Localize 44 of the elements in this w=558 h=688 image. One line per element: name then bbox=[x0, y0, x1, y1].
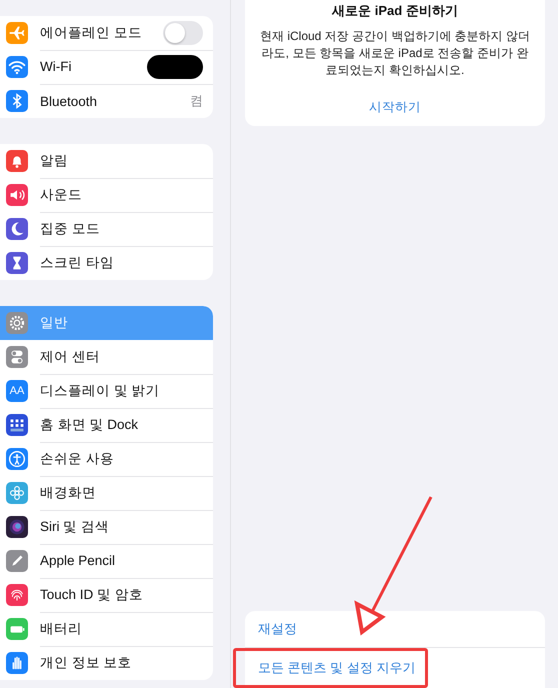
setting-label: 배터리 bbox=[40, 620, 82, 638]
setting-label: 에어플레인 모드 bbox=[40, 24, 142, 42]
setting-label: Touch ID 및 암호 bbox=[40, 586, 143, 604]
start-button[interactable]: 시작하기 bbox=[363, 97, 427, 118]
setting-label: Apple Pencil bbox=[40, 553, 116, 568]
settings-item[interactable]: 배경화면 bbox=[0, 476, 213, 510]
card-description: 현재 iCloud 저장 공간이 백업하기에 충분하지 않더라도, 모든 항목을 새로운 iPad로 전송할 준비가 완료되었는지 확인하십시오. bbox=[258, 28, 532, 79]
settings-item[interactable]: 홈 화면 및 Dock bbox=[0, 408, 213, 442]
setting-label: 개인 정보 보호 bbox=[40, 654, 132, 672]
settings-item[interactable]: Bluetooth 켬 bbox=[0, 84, 213, 118]
toggle-switch[interactable] bbox=[163, 20, 203, 44]
settings-item[interactable]: Wi-Fi bbox=[0, 50, 213, 84]
setting-label: 홈 화면 및 Dock bbox=[40, 416, 138, 434]
card-title: 새로운 iPad 준비하기 bbox=[330, 2, 459, 20]
setting-label: 배경화면 bbox=[40, 484, 96, 502]
settings-item[interactable]: Apple Pencil bbox=[0, 544, 213, 578]
setting-label: 디스플레이 및 밝기 bbox=[40, 382, 160, 400]
reset-option[interactable]: 모든 콘텐츠 및 설정 지우기 bbox=[233, 648, 428, 688]
setting-label: Bluetooth bbox=[40, 94, 98, 108]
setting-value: 켬 bbox=[190, 92, 203, 110]
settings-item[interactable]: Touch ID 및 암호 bbox=[0, 578, 213, 612]
redaction-mark bbox=[147, 54, 203, 78]
setting-icon: AA bbox=[6, 380, 28, 402]
reset-option[interactable]: 재설정 bbox=[245, 609, 310, 649]
setting-label: 일반 bbox=[40, 314, 68, 332]
settings-item[interactable]: 개인 정보 보호 bbox=[0, 646, 213, 680]
settings-item[interactable]: 배터리 bbox=[0, 612, 213, 646]
setting-label: 제어 센터 bbox=[40, 348, 100, 366]
setting-label: 집중 모드 bbox=[40, 220, 100, 238]
settings-item[interactable]: 집중 모드 bbox=[0, 212, 213, 246]
setting-label: 사운드 bbox=[40, 186, 82, 204]
settings-item[interactable]: 알림 bbox=[0, 144, 213, 178]
setting-label: 알림 bbox=[40, 152, 68, 170]
setting-label: Siri 및 검색 bbox=[40, 518, 109, 536]
setting-label: 손쉬운 사용 bbox=[40, 450, 114, 468]
settings-item[interactable]: 사운드 bbox=[0, 178, 213, 212]
setting-label: 스크린 타임 bbox=[40, 254, 114, 272]
settings-item[interactable]: AA 디스플레이 및 밝기 bbox=[0, 374, 213, 408]
settings-item[interactable]: 손쉬운 사용 bbox=[0, 442, 213, 476]
setting-label: Wi-Fi bbox=[40, 59, 72, 74]
settings-item[interactable]: Siri 및 검색 bbox=[0, 510, 213, 544]
settings-item[interactable]: 제어 센터 bbox=[0, 340, 213, 374]
settings-item[interactable]: 에어플레인 모드 bbox=[0, 16, 213, 50]
settings-item[interactable]: 스크린 타임 bbox=[0, 246, 213, 280]
